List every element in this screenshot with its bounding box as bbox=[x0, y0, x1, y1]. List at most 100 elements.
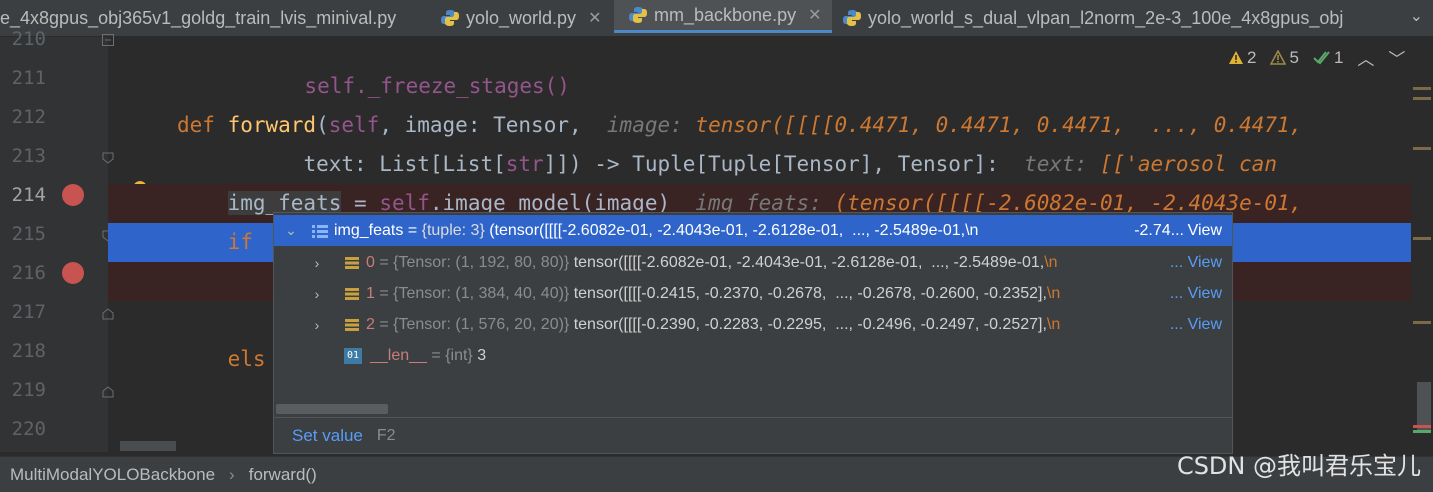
view-link[interactable]: ... View bbox=[1170, 316, 1222, 334]
tab-mm-backbone[interactable]: mm_backbone.py ✕ bbox=[614, 0, 832, 33]
error-stripe[interactable] bbox=[1411, 37, 1433, 452]
double-check-icon bbox=[1313, 51, 1330, 65]
code-line-212[interactable]: def forward(self, image: Tensor, image: … bbox=[108, 106, 1433, 145]
set-value-link[interactable]: Set value bbox=[292, 426, 363, 446]
tab-label: yolo_world.py bbox=[466, 7, 577, 28]
line-number: 212 bbox=[11, 106, 46, 128]
variable-name: 1 bbox=[366, 284, 375, 302]
variable-value: tensor([[[[-2.6082e-01, -2.4043e-01, -2.… bbox=[569, 253, 1045, 271]
tree-row-child-0[interactable]: › 0 = {Tensor: (1, 192, 80, 80)} tensor(… bbox=[274, 247, 1232, 278]
int-icon: 01 bbox=[344, 347, 362, 364]
code-text: ]]) -> Tuple[Tuple[Tensor], Tensor]: bbox=[543, 152, 1025, 176]
tree-row-child-2[interactable]: › 2 = {Tensor: (1, 576, 20, 20)} tensor(… bbox=[274, 309, 1232, 340]
stripe-marker[interactable] bbox=[1413, 87, 1431, 90]
breadcrumb-class[interactable]: MultiModalYOLOBackbone bbox=[10, 465, 215, 485]
tree-row-child-1[interactable]: › 1 = {Tensor: (1, 384, 40, 40)} tensor(… bbox=[274, 278, 1232, 309]
popup-horizontal-scrollbar[interactable] bbox=[274, 403, 1232, 415]
code-text: self._freeze_stages() bbox=[253, 74, 570, 98]
variable-type: {Tensor: (1, 576, 20, 20)} bbox=[393, 315, 570, 333]
popup-footer: Set value F2 bbox=[274, 417, 1232, 453]
value-truncated: -2.74... bbox=[1134, 221, 1184, 239]
scrollbar-thumb[interactable] bbox=[276, 404, 388, 414]
equals-sign: = bbox=[374, 253, 394, 271]
code-keyword: def bbox=[177, 113, 228, 137]
horizontal-scrollbar[interactable] bbox=[120, 441, 176, 451]
code-text: ( bbox=[316, 113, 329, 137]
ok-count[interactable]: 1 bbox=[1313, 48, 1343, 68]
editor-gutter[interactable]: 210 211 212 213 214 215 216 217 218 219 … bbox=[0, 28, 147, 452]
view-link[interactable]: ... View bbox=[1170, 285, 1222, 303]
tree-row-len[interactable]: 01 __len__ = {int} 3 bbox=[274, 340, 1232, 371]
view-link[interactable]: View bbox=[1188, 222, 1222, 240]
list-icon bbox=[312, 224, 328, 238]
weak-warnings-count-label: 5 bbox=[1289, 47, 1299, 67]
inspection-widget[interactable]: 2 5 1 ︿ ﹀ bbox=[1228, 45, 1405, 70]
variable-name: 2 bbox=[366, 315, 375, 333]
warnings-count[interactable]: 2 bbox=[1228, 48, 1256, 68]
close-icon[interactable]: ✕ bbox=[588, 8, 601, 28]
tab-yolo-world-config[interactable]: yolo_world_s_dual_vlpan_l2norm_2e-3_100e… bbox=[842, 0, 1398, 36]
close-icon[interactable]: ✕ bbox=[808, 5, 821, 25]
variable-name: __len__ bbox=[370, 346, 427, 364]
chevron-right-icon[interactable]: › bbox=[306, 286, 328, 302]
inline-hint-name: image: bbox=[606, 113, 696, 137]
chevron-up-icon[interactable]: ︿ bbox=[1357, 45, 1374, 70]
inline-hint-value: [['aerosol can bbox=[1099, 152, 1277, 176]
variable-name: 0 bbox=[366, 253, 375, 271]
chevron-down-icon[interactable]: ﹀ bbox=[1388, 45, 1405, 70]
tensor-icon bbox=[345, 256, 359, 269]
stripe-marker[interactable] bbox=[1413, 237, 1431, 240]
tab-yolo-world[interactable]: yolo_world.py ✕ bbox=[440, 0, 612, 36]
python-file-icon bbox=[629, 7, 647, 23]
debug-value-popup[interactable]: ⌄ img_feats = {tuple: 3} (tensor([[[[-2.… bbox=[273, 212, 1233, 454]
warning-icon bbox=[1229, 51, 1243, 64]
stripe-marker[interactable] bbox=[1413, 430, 1431, 433]
tab-label: e_4x8gpus_obj365v1_goldg_train_lvis_mini… bbox=[0, 7, 397, 28]
tensor-icon bbox=[345, 287, 359, 300]
equals-sign: = bbox=[403, 221, 422, 239]
chevron-right-icon[interactable]: › bbox=[306, 317, 328, 333]
tab-label: mm_backbone.py bbox=[654, 4, 797, 25]
inline-hint-value: tensor([[[[0.4471, 0.4471, 0.4471, ..., … bbox=[695, 113, 1303, 137]
chevron-right-icon[interactable]: › bbox=[306, 255, 328, 271]
stripe-marker[interactable] bbox=[1413, 425, 1431, 428]
breakpoint-icon[interactable] bbox=[62, 184, 84, 206]
breakpoint-icon[interactable] bbox=[62, 262, 84, 284]
view-link[interactable]: ... View bbox=[1170, 254, 1222, 272]
stripe-marker[interactable] bbox=[1413, 97, 1431, 100]
stripe-marker[interactable] bbox=[1413, 147, 1431, 150]
variable-type: {tuple: 3} bbox=[421, 221, 485, 239]
newline-escape: \n bbox=[1046, 284, 1061, 302]
code-text: , image: Tensor, bbox=[379, 113, 607, 137]
watermark: CSDN @我叫君乐宝儿 bbox=[1176, 452, 1421, 480]
chevron-right-icon: › bbox=[229, 464, 235, 484]
line-number: 217 bbox=[11, 301, 46, 323]
chevron-down-icon[interactable]: ⌄ bbox=[1410, 6, 1423, 26]
variable-name: img_feats bbox=[334, 221, 404, 239]
newline-escape: \n bbox=[1046, 315, 1061, 333]
variable-type: {Tensor: (1, 192, 80, 80)} bbox=[393, 253, 570, 271]
code-self: self bbox=[328, 113, 380, 137]
line-number: 218 bbox=[11, 340, 46, 362]
python-file-icon bbox=[843, 10, 861, 26]
variable-value: 3 bbox=[472, 346, 487, 364]
line-number: 216 bbox=[11, 262, 46, 284]
tab-config-file[interactable]: e_4x8gpus_obj365v1_goldg_train_lvis_mini… bbox=[0, 0, 428, 36]
python-file-icon bbox=[441, 10, 459, 26]
shortcut-label: F2 bbox=[376, 426, 396, 444]
equals-sign: = bbox=[374, 284, 394, 302]
weak-warnings-count[interactable]: 5 bbox=[1270, 47, 1299, 68]
code-line-213[interactable]: text: List[List[str]]) -> Tuple[Tuple[Te… bbox=[108, 145, 1433, 184]
equals-sign: = bbox=[374, 315, 394, 333]
editor-tab-bar: e_4x8gpus_obj365v1_goldg_train_lvis_mini… bbox=[0, 0, 1433, 37]
chevron-down-icon[interactable]: ⌄ bbox=[280, 222, 302, 239]
weak-warning-icon bbox=[1270, 50, 1287, 65]
code-text: text: List[List[ bbox=[303, 152, 506, 176]
stripe-marker[interactable] bbox=[1413, 321, 1431, 324]
tree-row-img-feats[interactable]: ⌄ img_feats = {tuple: 3} (tensor([[[[-2.… bbox=[274, 215, 1232, 246]
breadcrumb-method[interactable]: forward() bbox=[249, 465, 317, 485]
line-number: 213 bbox=[11, 145, 46, 167]
